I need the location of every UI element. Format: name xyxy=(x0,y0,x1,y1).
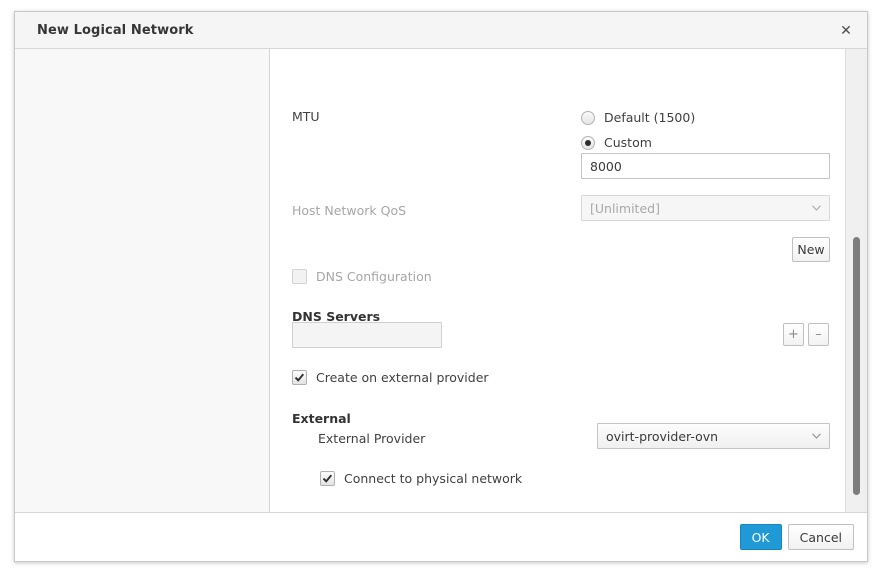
form-scroll-viewport: MTU Default (1500) Custom xyxy=(270,49,845,512)
dialog-footer: OK Cancel xyxy=(15,513,867,561)
dialog-title: New Logical Network xyxy=(37,23,193,38)
dns-configuration-option[interactable]: DNS Configuration xyxy=(292,269,432,284)
external-provider-value: ovirt-provider-ovn xyxy=(606,429,806,444)
mtu-default-label: Default (1500) xyxy=(604,110,695,125)
form-scrollbar[interactable] xyxy=(845,49,867,512)
dialog-body: MTU Default (1500) Custom xyxy=(15,49,867,513)
mtu-custom-input[interactable] xyxy=(581,153,830,179)
dns-configuration-checkbox[interactable] xyxy=(292,269,307,284)
remove-dns-server-button[interactable]: – xyxy=(808,323,829,346)
connect-to-physical-network-label: Connect to physical network xyxy=(344,471,522,486)
external-section-heading-row: External xyxy=(292,411,351,426)
ok-button[interactable]: OK xyxy=(740,524,782,550)
mtu-label-row: MTU xyxy=(292,109,320,124)
external-provider-select[interactable]: ovirt-provider-ovn xyxy=(597,423,830,449)
connect-to-physical-network-option[interactable]: Connect to physical network xyxy=(320,471,522,486)
host-network-qos-value: [Unlimited] xyxy=(590,201,806,216)
mtu-custom-option[interactable]: Custom xyxy=(581,135,652,150)
external-provider-label: External Provider xyxy=(318,431,425,446)
connect-to-physical-network-checkbox[interactable] xyxy=(320,471,335,486)
dialog-left-pane xyxy=(15,49,270,512)
new-qos-button[interactable]: New xyxy=(792,237,830,262)
dns-servers-input[interactable] xyxy=(292,322,442,348)
host-network-qos-label-row: Host Network QoS xyxy=(292,203,406,218)
chevron-down-icon xyxy=(812,205,821,211)
create-on-external-provider-checkbox[interactable] xyxy=(292,370,307,385)
create-on-external-provider-label: Create on external provider xyxy=(316,370,489,385)
create-on-external-provider-option[interactable]: Create on external provider xyxy=(292,370,489,385)
dns-configuration-label: DNS Configuration xyxy=(316,269,432,284)
dialog-header: New Logical Network ✕ xyxy=(15,12,867,49)
new-logical-network-dialog: New Logical Network ✕ MTU Default (1500) xyxy=(14,11,868,562)
external-section-heading: External xyxy=(292,411,351,426)
mtu-custom-label: Custom xyxy=(604,135,652,150)
close-icon[interactable]: ✕ xyxy=(835,20,857,42)
form-scrollbar-thumb[interactable] xyxy=(853,237,860,495)
dialog-form-pane: MTU Default (1500) Custom xyxy=(270,49,867,512)
form-content: MTU Default (1500) Custom xyxy=(270,49,845,512)
mtu-default-option[interactable]: Default (1500) xyxy=(581,110,695,125)
chevron-down-icon xyxy=(812,433,821,439)
mtu-default-radio[interactable] xyxy=(581,111,595,125)
mtu-custom-radio[interactable] xyxy=(581,136,595,150)
add-dns-server-button[interactable]: + xyxy=(783,323,804,346)
host-network-qos-label: Host Network QoS xyxy=(292,203,406,218)
cancel-button[interactable]: Cancel xyxy=(788,524,854,550)
host-network-qos-select[interactable]: [Unlimited] xyxy=(581,195,830,221)
external-provider-label-row: External Provider xyxy=(318,431,425,446)
mtu-label: MTU xyxy=(292,109,320,124)
